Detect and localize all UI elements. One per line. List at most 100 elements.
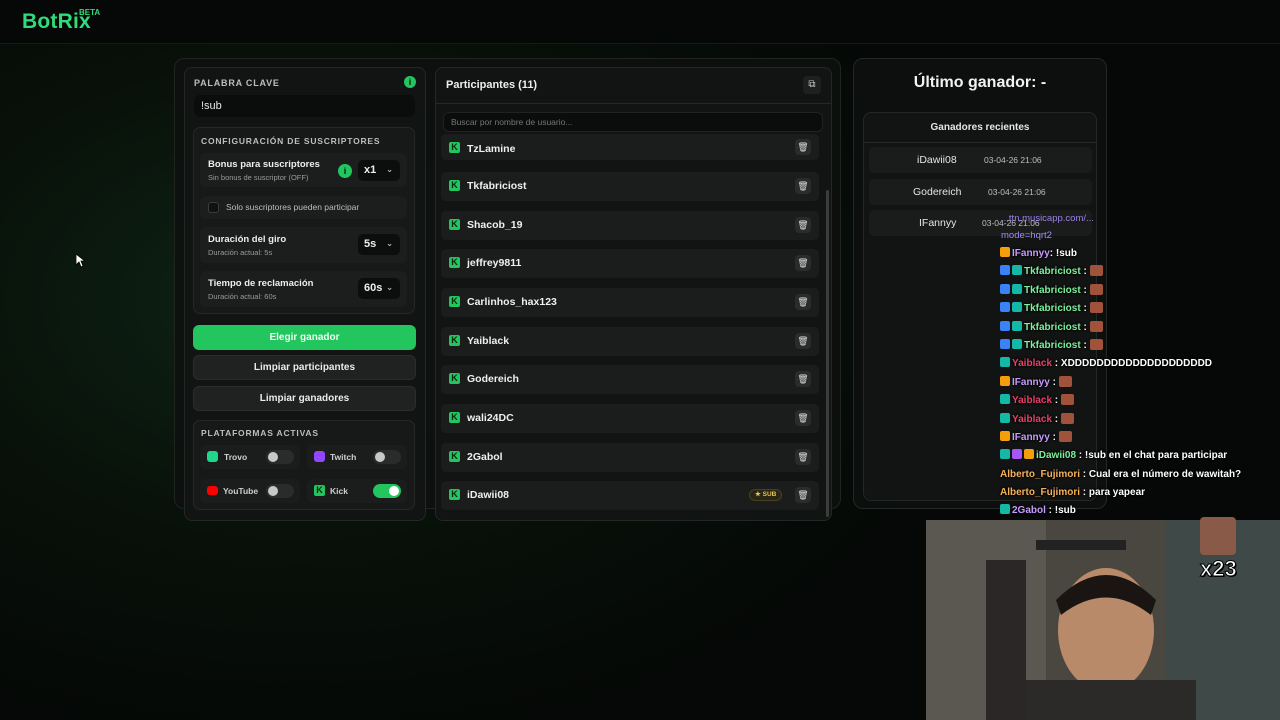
kick-icon: K <box>449 142 460 153</box>
chat-text: : !sub <box>1049 248 1078 259</box>
chat-text: : XDDDDDDDDDDDDDDDDDDDD <box>1052 358 1213 370</box>
claim-time-value: 60s <box>364 282 383 294</box>
chat-username: Alberto_Fujimori <box>1000 468 1081 480</box>
emote-counter: x23 <box>1200 556 1238 582</box>
platforms-label: PLATAFORMAS ACTIVAS <box>201 428 319 438</box>
chat-message: Tkfabriciost : <box>1000 337 1280 355</box>
chat-partial-line: ...ttn.musicapp.com/... <box>1001 213 1094 224</box>
clear-winners-button[interactable]: Limpiar ganadores <box>193 386 416 411</box>
chat-message: 2Gabol : !sub <box>1000 502 1280 520</box>
info-icon[interactable]: i <box>338 164 352 178</box>
keyword-input[interactable]: !sub <box>194 95 415 117</box>
platform-name: YouTube <box>223 486 259 496</box>
chat-username: IFannyy <box>1012 248 1050 259</box>
chat-message: Yaiblack : <box>1000 411 1280 429</box>
keyword-label: PALABRA CLAVE <box>194 78 280 88</box>
last-winner-title: Último ganador: - <box>913 74 1047 91</box>
trash-icon[interactable]: 🗑 <box>795 178 811 194</box>
trash-icon[interactable]: 🗑 <box>795 139 811 155</box>
chat-emote-icon <box>1089 338 1103 350</box>
participant-name: wali24DC <box>467 412 514 424</box>
kick-icon: K <box>449 296 460 307</box>
kick-icon: K <box>449 373 460 384</box>
participants-scrollbar[interactable] <box>826 190 829 517</box>
trash-icon[interactable]: 🗑 <box>795 487 811 503</box>
chat-emote-icon <box>1058 375 1072 387</box>
spin-duration-title: Duración del giro <box>208 234 287 245</box>
chat-text: : <box>1049 431 1056 443</box>
participant-row: K Godereich 🗑 <box>441 365 819 394</box>
kick-icon: K <box>449 180 460 191</box>
chat-username: Alberto_Fujimori <box>1000 487 1081 499</box>
spin-duration-select[interactable]: 5s ⌄ <box>358 234 400 255</box>
clear-participants-button[interactable]: Limpiar participantes <box>193 355 416 380</box>
trovo-toggle[interactable] <box>266 450 294 464</box>
top-bar: BotRix BETA <box>0 0 1280 44</box>
chat-badge-icon <box>1000 504 1010 515</box>
winner-name: IFannyy <box>919 217 957 229</box>
chat-badge-icon <box>1000 320 1010 331</box>
only-subs-checkbox[interactable] <box>208 202 219 213</box>
chat-username: Tkfabriciost <box>1024 303 1081 315</box>
trash-icon[interactable]: 🗑 <box>795 371 811 387</box>
info-icon[interactable]: i <box>404 76 416 88</box>
chat-message: Tkfabriciost : <box>1000 263 1280 281</box>
copy-icon[interactable]: ⧉ <box>803 76 821 94</box>
chat-text: : !sub en el chat para participar <box>1076 450 1228 462</box>
kick-icon: K <box>449 219 460 230</box>
chat-username: 2Gabol <box>1012 505 1046 517</box>
participant-name: iDawii08 <box>467 489 510 501</box>
chat-badge-icon <box>1000 394 1010 405</box>
chat-text: : !sub <box>1045 505 1076 517</box>
trash-icon[interactable]: 🗑 <box>795 410 811 426</box>
chat-username: Tkfabriciost <box>1024 284 1081 296</box>
participant-row: K Yaiblack 🗑 <box>441 327 819 356</box>
participant-search-input[interactable] <box>443 112 823 132</box>
chat-badge-icon <box>1000 412 1010 423</box>
winner-name: Godereich <box>913 186 962 198</box>
chat-badge-icon <box>1012 265 1022 276</box>
chat-username: Yaiblack <box>1012 413 1053 425</box>
trash-icon[interactable]: 🗑 <box>795 217 811 233</box>
trash-icon[interactable]: 🗑 <box>795 449 811 465</box>
platform-name: Trovo <box>224 452 248 462</box>
chat-text: : <box>1080 339 1087 351</box>
twitch-toggle[interactable] <box>373 450 401 464</box>
chat-badge-icon <box>1000 265 1010 276</box>
chat-badge-icon <box>1000 302 1010 313</box>
claim-time-select[interactable]: 60s ⌄ <box>358 278 400 299</box>
trash-icon[interactable]: 🗑 <box>795 255 811 271</box>
participant-name: 2Gabol <box>467 451 503 463</box>
chat-message: Tkfabriciost : <box>1000 319 1280 337</box>
claim-time-subtitle: Duración actual: 60s <box>208 292 277 301</box>
chat-message: IFannyy : <box>1000 374 1280 392</box>
chat-message: Alberto_Fujimori : Cual era el número de… <box>1000 466 1280 484</box>
bonus-value: x1 <box>364 164 377 176</box>
bonus-select[interactable]: x1 ⌄ <box>358 160 400 181</box>
pick-winner-button[interactable]: Elegir ganador <box>193 325 416 350</box>
chat-badge-icon <box>1012 338 1022 349</box>
chat-text: : Cual era el número de wawitah? <box>1080 468 1242 480</box>
trash-icon[interactable]: 🗑 <box>795 333 811 349</box>
divider <box>864 142 1096 143</box>
chat-text: : <box>1080 303 1087 315</box>
kick-icon: K <box>449 257 460 268</box>
chat-message: Yaiblack : XDDDDDDDDDDDDDDDDDDDD <box>1000 355 1280 373</box>
winner-date: 03-04-26 21:06 <box>988 187 1046 197</box>
participant-name: Yaiblack <box>467 335 510 347</box>
chat-emote-icon <box>1061 394 1075 406</box>
bonus-subtitle: Sin bonus de suscriptor (OFF) <box>208 173 309 182</box>
chat-badge-icon <box>1000 449 1010 460</box>
chat-emote-icon <box>1058 430 1072 442</box>
spin-duration-value: 5s <box>364 238 377 250</box>
trash-icon[interactable]: 🗑 <box>795 294 811 310</box>
chat-text: : <box>1049 376 1056 388</box>
toggle-knob <box>375 452 385 462</box>
chat-username: Tkfabriciost <box>1024 339 1081 351</box>
participant-row: K wali24DC 🗑 <box>441 404 819 433</box>
chat-message: Yaiblack : <box>1000 392 1280 410</box>
youtube-toggle[interactable] <box>266 484 294 498</box>
kick-toggle[interactable] <box>373 484 401 498</box>
chat-badge-icon <box>1012 283 1022 294</box>
chat-emote-icon <box>1089 265 1103 277</box>
